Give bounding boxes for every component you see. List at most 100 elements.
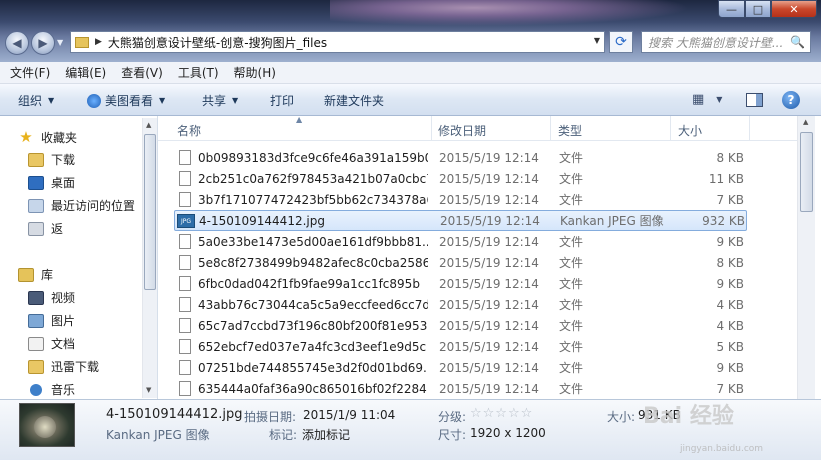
file-size: 9 KB [716, 234, 744, 249]
column-divider[interactable] [431, 116, 432, 141]
back-button[interactable]: ◀ [5, 31, 29, 55]
preview-pane-icon[interactable] [746, 93, 763, 107]
recent-pages-dropdown[interactable]: ▼ [57, 38, 63, 47]
organize-button[interactable]: 组织 ▼ [18, 92, 54, 109]
nav-music[interactable]: 音乐 [28, 381, 75, 398]
scroll-up-icon[interactable]: ▲ [803, 118, 808, 126]
column-divider[interactable] [550, 116, 551, 141]
meitu-label: 美图看看 [105, 94, 154, 108]
navigation-scrollbar[interactable]: ▲ ▼ [142, 118, 157, 398]
menu-help[interactable]: 帮助(H) [234, 64, 276, 81]
scrollbar-thumb[interactable] [144, 134, 156, 290]
address-bar[interactable]: ▶ 大熊猫创意设计壁纸-创意-搜狗图片_files ▼ [70, 31, 605, 53]
file-row[interactable]: 5a0e33be1473e5d00ae161df9bbb81... 2015/5/… [174, 231, 747, 252]
chevron-down-icon: ▼ [716, 95, 723, 104]
file-type: 文件 [559, 193, 584, 207]
menu-file[interactable]: 文件(F) [10, 64, 50, 81]
file-row[interactable]: 2cb251c0a762f978453a421b07a0cbc7 2015/5/1… [174, 168, 747, 189]
chevron-down-icon: ▼ [232, 96, 239, 105]
file-date: 2015/5/19 12:14 [439, 255, 539, 270]
organize-label: 组织 [18, 94, 43, 108]
size-label: 大小: [607, 410, 636, 424]
file-list-scrollbar[interactable]: ▲ [797, 116, 815, 399]
share-button[interactable]: 共享 ▼ [202, 92, 238, 109]
file-size: 4 KB [716, 318, 744, 333]
menu-edit[interactable]: 编辑(E) [65, 64, 106, 81]
file-name: 652ebcf7ed037e7a4fc3cd3eef1e9d5c [198, 339, 427, 354]
window-controls: — □ ✕ [718, 0, 817, 18]
video-icon [28, 290, 44, 305]
maximize-button[interactable]: □ [745, 0, 771, 18]
rating-stars[interactable]: ☆☆☆☆☆ [470, 406, 533, 421]
scrollbar-thumb[interactable] [800, 132, 813, 212]
nav-recent[interactable]: 最近访问的位置 [28, 197, 135, 214]
library-icon [18, 267, 34, 282]
file-row[interactable]: 65c7ad7ccbd73f196c80bf200f81e953 2015/5/1… [174, 315, 747, 336]
file-icon [179, 255, 191, 270]
column-name[interactable]: 名称 [177, 122, 201, 139]
nav-videos-label: 视频 [51, 291, 76, 305]
search-icon[interactable]: 🔍 [790, 35, 805, 49]
close-button[interactable]: ✕ [771, 0, 817, 18]
help-icon[interactable]: ? [782, 91, 800, 109]
nav-libraries[interactable]: 库 [18, 266, 53, 283]
breadcrumb-separator-icon[interactable]: ▶ [95, 37, 102, 47]
nav-downloads[interactable]: 下载 [28, 151, 75, 168]
file-row[interactable]: JPG 4-150109144412.jpg 2015/5/19 12:14 Kank… [174, 210, 747, 231]
forward-arrow-icon: ▶ [38, 36, 48, 50]
file-name: 6fbc0dad042f1fb9fae99a1cc1fc895b [198, 276, 420, 291]
image-thumbnail[interactable] [19, 403, 75, 447]
forward-button[interactable]: ▶ [31, 31, 55, 55]
file-size: 7 KB [716, 192, 744, 207]
nav-downloads-label: 下载 [51, 153, 76, 167]
file-row[interactable]: 43abb76c73044ca5c5a9eccfeed6cc7d 2015/5/1… [174, 294, 747, 315]
nav-documents[interactable]: 文档 [28, 335, 75, 352]
file-type: Kankan JPEG 图像 [560, 214, 664, 228]
menu-view[interactable]: 查看(V) [121, 64, 163, 81]
file-row[interactable]: 0b09893183d3fce9c6fe46a391a159b0 2015/5/1… [174, 147, 747, 168]
file-name: 07251bde744855745e3d2f0d01bd69... [198, 360, 428, 375]
file-row[interactable]: 5e8c8f2738499b9482afec8c0cba2586 2015/5/1… [174, 252, 747, 273]
scroll-down-icon[interactable]: ▼ [146, 386, 151, 394]
minimize-button[interactable]: — [718, 0, 745, 18]
nav-favorites[interactable]: ★ 收藏夹 [18, 128, 77, 146]
file-row[interactable]: 3b7f171077472423bf5bb62c734378a6 2015/5/1… [174, 189, 747, 210]
new-folder-button[interactable]: 新建文件夹 [324, 92, 384, 109]
column-divider[interactable] [749, 116, 750, 141]
nav-recent-label: 最近访问的位置 [51, 199, 136, 213]
column-size[interactable]: 大小 [678, 122, 702, 139]
file-date: 2015/5/19 12:14 [439, 276, 539, 291]
column-date[interactable]: 修改日期 [438, 122, 486, 139]
print-button[interactable]: 打印 [270, 92, 294, 109]
address-dropdown-icon[interactable]: ▼ [594, 36, 600, 45]
refresh-button[interactable]: ⟳ [609, 31, 633, 53]
address-path[interactable]: 大熊猫创意设计壁纸-创意-搜狗图片_files [108, 34, 327, 51]
return-icon [28, 221, 44, 236]
file-date: 2015/5/19 12:14 [439, 339, 539, 354]
nav-xunlei[interactable]: 迅雷下载 [28, 358, 99, 375]
tags-value[interactable]: 添加标记 [302, 426, 350, 443]
file-date: 2015/5/19 12:14 [440, 213, 540, 228]
chevron-down-icon: ▼ [48, 96, 55, 105]
file-row[interactable]: 635444a0faf36a90c865016bf02f2284 2015/5/1… [174, 378, 747, 399]
nav-desktop[interactable]: 桌面 [28, 174, 75, 191]
folder-icon [28, 359, 44, 374]
meitu-button[interactable]: 美图看看 ▼ [87, 92, 165, 109]
file-row[interactable]: 07251bde744855745e3d2f0d01bd69... 2015/5/… [174, 357, 747, 378]
search-input[interactable]: 搜索 大熊猫创意设计壁... 🔍 [641, 31, 811, 53]
file-name: 43abb76c73044ca5c5a9eccfeed6cc7d [198, 297, 428, 312]
file-row[interactable]: 652ebcf7ed037e7a4fc3cd3eef1e9d5c 2015/5/1… [174, 336, 747, 357]
column-type[interactable]: 类型 [558, 122, 582, 139]
column-divider[interactable] [670, 116, 671, 141]
nav-pictures[interactable]: 图片 [28, 312, 75, 329]
menu-tools[interactable]: 工具(T) [178, 64, 219, 81]
file-date: 2015/5/19 12:14 [439, 360, 539, 375]
file-icon [179, 150, 191, 165]
file-size: 9 KB [716, 360, 744, 375]
file-row[interactable]: 6fbc0dad042f1fb9fae99a1cc1fc895b 2015/5/1… [174, 273, 747, 294]
scroll-up-icon[interactable]: ▲ [146, 121, 151, 129]
nav-videos[interactable]: 视频 [28, 289, 75, 306]
nav-return[interactable]: 返 [28, 220, 63, 237]
view-options-button[interactable]: ▦ ▼ [692, 92, 722, 107]
file-icon [179, 360, 191, 375]
